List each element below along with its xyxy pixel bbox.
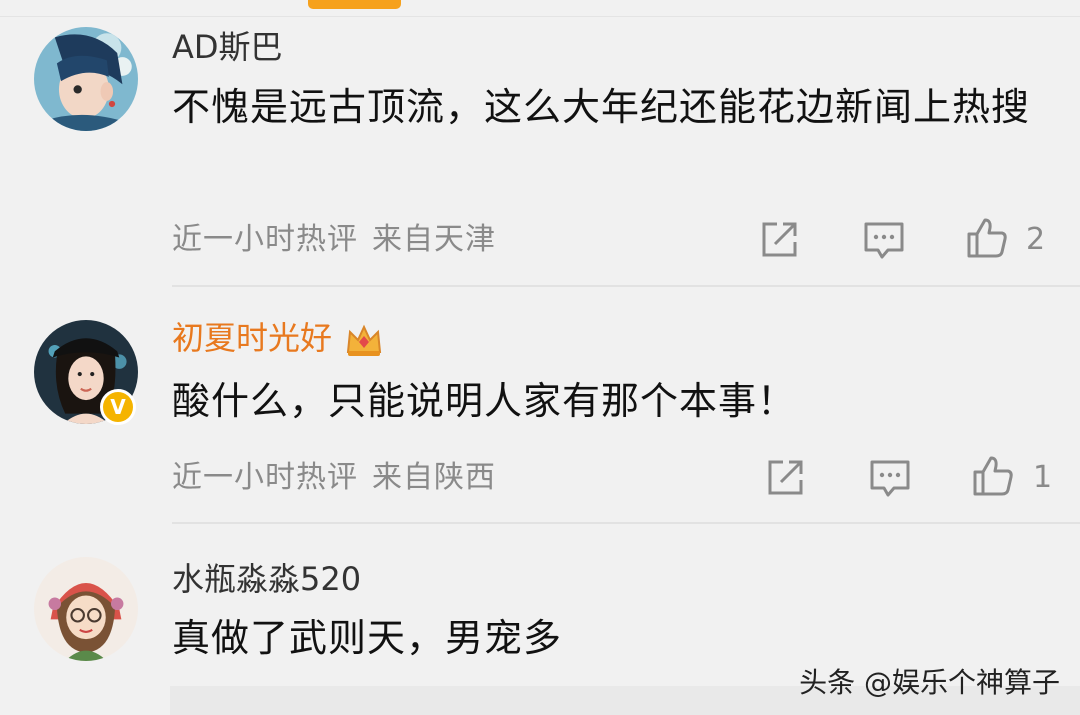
share-icon bbox=[762, 222, 797, 257]
like-button[interactable] bbox=[971, 454, 1015, 498]
comment-text: 不愧是远古顶流，这么大年纪还能花边新闻上热搜 bbox=[172, 85, 1031, 129]
comment-divider bbox=[172, 285, 1080, 287]
anime-boy-avatar-icon bbox=[34, 27, 138, 131]
crown-icon bbox=[344, 322, 384, 358]
thumbs-up-icon bbox=[973, 456, 1013, 496]
username-text: 初夏时光好 bbox=[172, 319, 333, 357]
comment-time: 近一小时热评 bbox=[172, 460, 358, 495]
like-count: 2 bbox=[1026, 222, 1046, 257]
reply-button[interactable] bbox=[862, 218, 906, 262]
thumbs-up-icon bbox=[967, 218, 1007, 258]
share-button[interactable] bbox=[757, 218, 801, 262]
comment-location: 来自天津 bbox=[372, 222, 496, 257]
comment-divider bbox=[172, 522, 1080, 524]
tab-indicator bbox=[308, 0, 401, 9]
like-button[interactable] bbox=[965, 216, 1009, 260]
comment-location: 来自陕西 bbox=[372, 460, 496, 495]
comment-icon bbox=[870, 460, 910, 497]
reply-button[interactable] bbox=[868, 456, 912, 500]
header-divider bbox=[0, 16, 1080, 17]
username[interactable]: AD斯巴 bbox=[172, 27, 283, 67]
like-count: 1 bbox=[1033, 460, 1053, 495]
comment-time: 近一小时热评 bbox=[172, 222, 358, 257]
comment-text: 真做了武则天，男宠多 bbox=[172, 616, 563, 660]
comment-meta: 近一小时热评 来自天津 bbox=[172, 220, 496, 260]
share-button[interactable] bbox=[763, 456, 807, 500]
comment-text: 酸什么，只能说明人家有那个本事！ bbox=[172, 379, 797, 423]
user-avatar[interactable] bbox=[34, 27, 138, 131]
watermark: 头条 @娱乐个神算子 bbox=[799, 666, 1060, 699]
user-avatar[interactable] bbox=[34, 557, 138, 661]
verified-badge: V bbox=[100, 389, 136, 425]
username[interactable]: 初夏时光好 bbox=[172, 318, 384, 358]
comment-meta: 近一小时热评 来自陕西 bbox=[172, 458, 496, 498]
username[interactable]: 水瓶淼淼520 bbox=[172, 559, 361, 599]
comment-icon bbox=[864, 222, 904, 259]
cartoon-girl-avatar-icon bbox=[34, 557, 138, 661]
share-icon bbox=[768, 460, 803, 495]
